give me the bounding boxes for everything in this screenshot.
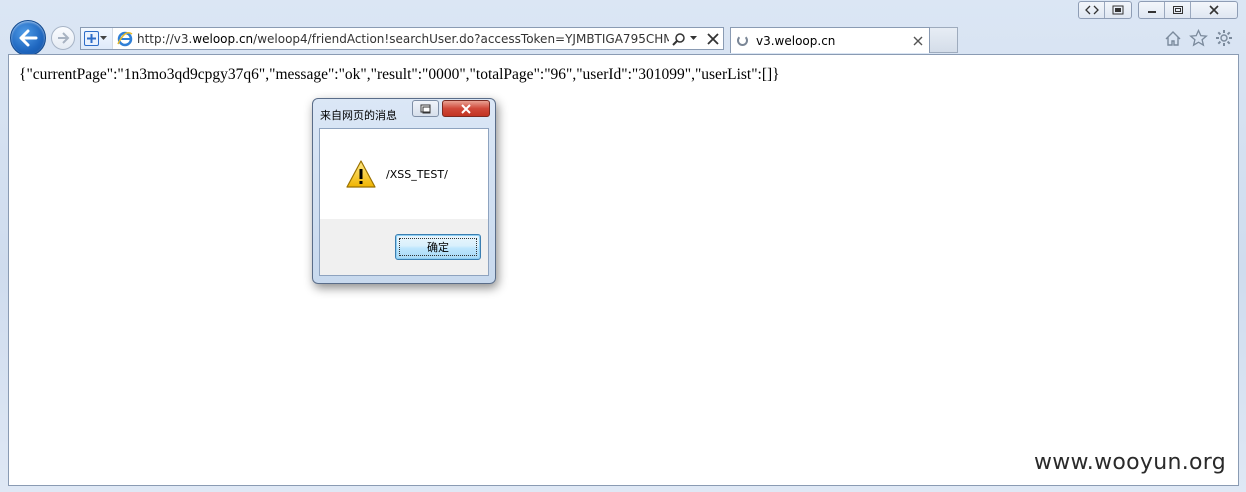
tab-title: v3.weloop.cn — [756, 33, 836, 48]
ok-button[interactable]: 确定 — [395, 234, 481, 260]
address-bar[interactable]: http://v3.weloop.cn/weloop4/friendAction… — [80, 27, 724, 50]
window-mode-button[interactable] — [1105, 2, 1131, 18]
chevron-down-icon — [100, 36, 107, 40]
dialog-close-button[interactable] — [442, 100, 490, 117]
browser-tools — [1164, 29, 1233, 47]
dialog-title: 来自网页的消息 — [320, 109, 397, 122]
warning-icon — [345, 159, 377, 192]
chevron-down-icon[interactable] — [690, 36, 697, 41]
compatibility-view-icon — [84, 31, 99, 46]
minimize-button[interactable] — [1139, 2, 1165, 18]
page-content: {"currentPage":"1n3mo3qd9cpgy37q6","mess… — [8, 54, 1239, 486]
tab-active[interactable]: v3.weloop.cn — [730, 27, 930, 53]
arrows-icon — [1084, 5, 1099, 15]
compatibility-view-button[interactable] — [81, 28, 113, 49]
forward-button[interactable] — [51, 26, 75, 50]
watermark: www.wooyun.org — [1033, 450, 1226, 475]
gear-icon[interactable] — [1215, 29, 1233, 47]
code-view-button[interactable] — [1079, 2, 1105, 18]
url-host: weloop.cn — [192, 31, 254, 46]
window-controls — [1138, 1, 1238, 19]
restore-icon — [420, 104, 430, 113]
star-icon[interactable] — [1189, 29, 1208, 47]
alert-dialog: 来自网页的消息 /XSS_TEST/ 确定 — [312, 98, 496, 284]
caption-group-extra — [1078, 1, 1132, 19]
window-close-button[interactable] — [1191, 2, 1237, 18]
minimize-icon — [1147, 11, 1156, 13]
ie-page-icon — [117, 31, 133, 47]
back-arrow-icon — [19, 29, 38, 47]
close-icon — [913, 36, 923, 45]
forward-arrow-icon — [58, 32, 70, 44]
maximize-icon — [1172, 6, 1183, 14]
dialog-body: /XSS_TEST/ 确定 — [319, 128, 489, 276]
back-button[interactable] — [10, 20, 46, 56]
json-response-text: {"currentPage":"1n3mo3qd9cpgy37q6","mess… — [19, 66, 780, 83]
maximize-button[interactable] — [1165, 2, 1191, 18]
close-icon[interactable] — [707, 32, 719, 45]
new-tab-button[interactable] — [930, 27, 958, 53]
url-text[interactable]: http://v3.weloop.cn/weloop4/friendAction… — [137, 32, 669, 46]
tab-close-button[interactable] — [913, 36, 923, 46]
search-icon[interactable] — [672, 32, 686, 46]
close-icon — [1209, 5, 1219, 15]
address-tools — [672, 32, 723, 46]
dialog-message: /XSS_TEST/ — [386, 168, 448, 181]
close-icon — [461, 103, 471, 114]
restore-page-icon — [1112, 5, 1124, 15]
home-icon[interactable] — [1164, 30, 1182, 47]
dialog-restore-button[interactable] — [412, 100, 439, 117]
loading-icon — [737, 35, 748, 46]
